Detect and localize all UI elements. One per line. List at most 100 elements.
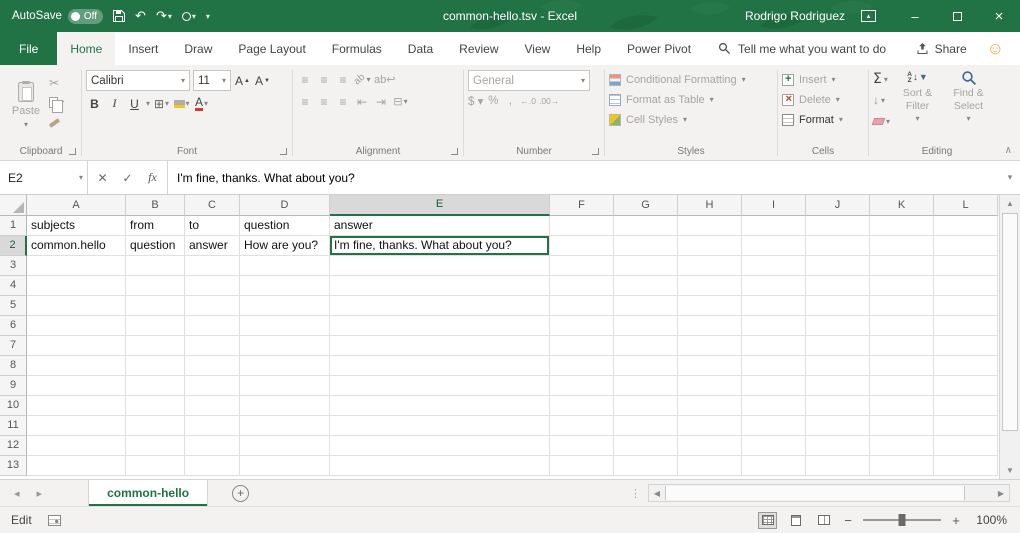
name-box-chevron-icon[interactable]: ▾ (79, 173, 83, 182)
tab-home[interactable]: Home (57, 32, 115, 65)
conditional-formatting-button[interactable]: Conditional Formatting▾ (609, 70, 773, 89)
cell-L1[interactable] (934, 216, 998, 236)
tab-view[interactable]: View (512, 32, 564, 65)
cell-A4[interactable] (27, 276, 126, 296)
save-button[interactable] (113, 10, 125, 22)
cell-E4[interactable] (330, 276, 550, 296)
cell-C8[interactable] (185, 356, 240, 376)
customize-quick-access-button[interactable]: ▾ (206, 12, 210, 21)
maximize-button[interactable] (936, 0, 978, 32)
zoom-in-button[interactable]: + (950, 513, 962, 528)
cell-D10[interactable] (240, 396, 330, 416)
cell-I3[interactable] (742, 256, 806, 276)
column-header-H[interactable]: H (678, 195, 742, 216)
cell-K7[interactable] (870, 336, 934, 356)
close-button[interactable]: × (978, 0, 1020, 32)
cell-A2[interactable]: common.hello (27, 236, 126, 256)
cell-F1[interactable] (550, 216, 614, 236)
cell-I5[interactable] (742, 296, 806, 316)
row-header-12[interactable]: 12 (0, 436, 27, 456)
cell-B9[interactable] (126, 376, 185, 396)
cell-D11[interactable] (240, 416, 330, 436)
cell-K8[interactable] (870, 356, 934, 376)
cell-I1[interactable] (742, 216, 806, 236)
horizontal-scroll-thumb[interactable] (665, 486, 965, 500)
increase-indent-button[interactable]: ⇥ (373, 95, 389, 109)
cell-D7[interactable] (240, 336, 330, 356)
cell-E11[interactable] (330, 416, 550, 436)
vertical-scrollbar[interactable]: ▲ ▼ (999, 195, 1020, 479)
cell-L5[interactable] (934, 296, 998, 316)
column-header-F[interactable]: F (550, 195, 614, 216)
tab-data[interactable]: Data (395, 32, 446, 65)
cell-D4[interactable] (240, 276, 330, 296)
cell-K2[interactable] (870, 236, 934, 256)
cell-G4[interactable] (614, 276, 678, 296)
cut-button[interactable]: ✂ (49, 75, 64, 90)
cell-J12[interactable] (806, 436, 870, 456)
decrease-decimal-button[interactable]: .00→ (539, 96, 559, 106)
cell-H2[interactable] (678, 236, 742, 256)
bold-button[interactable]: B (86, 94, 103, 113)
zoom-slider-thumb[interactable] (899, 514, 906, 526)
column-header-C[interactable]: C (185, 195, 240, 216)
cell-G2[interactable] (614, 236, 678, 256)
cell-J1[interactable] (806, 216, 870, 236)
cell-A9[interactable] (27, 376, 126, 396)
merge-center-button[interactable]: ⊟▾ (392, 92, 409, 111)
column-header-E[interactable]: E (330, 195, 550, 216)
cell-styles-button[interactable]: Cell Styles▾ (609, 110, 773, 129)
cell-B11[interactable] (126, 416, 185, 436)
font-name-select[interactable]: Calibri▾ (86, 70, 190, 91)
cell-L8[interactable] (934, 356, 998, 376)
number-format-select[interactable]: General▾ (468, 70, 590, 91)
vertical-scroll-thumb[interactable] (1002, 213, 1018, 431)
fill-button[interactable]: ↓▾ (873, 91, 890, 109)
cell-H11[interactable] (678, 416, 742, 436)
wrap-text-button[interactable]: ab↩ (374, 70, 395, 89)
tab-page-layout[interactable]: Page Layout (225, 32, 318, 65)
cell-H8[interactable] (678, 356, 742, 376)
cell-L11[interactable] (934, 416, 998, 436)
cell-L10[interactable] (934, 396, 998, 416)
sheet-tab-common-hello[interactable]: common-hello (88, 480, 208, 506)
redo-button[interactable]: ↷▾ (156, 8, 172, 24)
cell-D6[interactable] (240, 316, 330, 336)
row-header-4[interactable]: 4 (0, 276, 27, 296)
row-header-11[interactable]: 11 (0, 416, 27, 436)
cell-J6[interactable] (806, 316, 870, 336)
font-dialog-launcher[interactable] (280, 148, 287, 155)
tab-insert[interactable]: Insert (115, 32, 171, 65)
cell-B10[interactable] (126, 396, 185, 416)
alignment-dialog-launcher[interactable] (451, 148, 458, 155)
cell-B1[interactable]: from (126, 216, 185, 236)
column-header-I[interactable]: I (742, 195, 806, 216)
cell-F8[interactable] (550, 356, 614, 376)
view-page-break-button[interactable] (814, 512, 833, 529)
cell-C3[interactable] (185, 256, 240, 276)
cell-F13[interactable] (550, 456, 614, 476)
cancel-button[interactable]: ✕ (90, 171, 115, 185)
row-header-6[interactable]: 6 (0, 316, 27, 336)
cell-B12[interactable] (126, 436, 185, 456)
increase-font-size-button[interactable]: A▲ (234, 71, 251, 90)
cell-G8[interactable] (614, 356, 678, 376)
cell-J2[interactable] (806, 236, 870, 256)
autosave-toggle[interactable]: AutoSave Off (12, 9, 103, 24)
cell-C10[interactable] (185, 396, 240, 416)
format-painter-button[interactable] (49, 115, 64, 130)
row-header-5[interactable]: 5 (0, 296, 27, 316)
cell-E9[interactable] (330, 376, 550, 396)
cell-K9[interactable] (870, 376, 934, 396)
cell-G11[interactable] (614, 416, 678, 436)
cell-B8[interactable] (126, 356, 185, 376)
cell-B6[interactable] (126, 316, 185, 336)
align-middle-button[interactable]: ≡ (316, 73, 332, 87)
cell-K6[interactable] (870, 316, 934, 336)
zoom-slider[interactable] (863, 519, 941, 521)
cell-L7[interactable] (934, 336, 998, 356)
ribbon-display-options-button[interactable]: ▴ (861, 10, 876, 22)
cell-I8[interactable] (742, 356, 806, 376)
cell-A3[interactable] (27, 256, 126, 276)
next-sheet-button[interactable]: ▸ (37, 487, 43, 500)
